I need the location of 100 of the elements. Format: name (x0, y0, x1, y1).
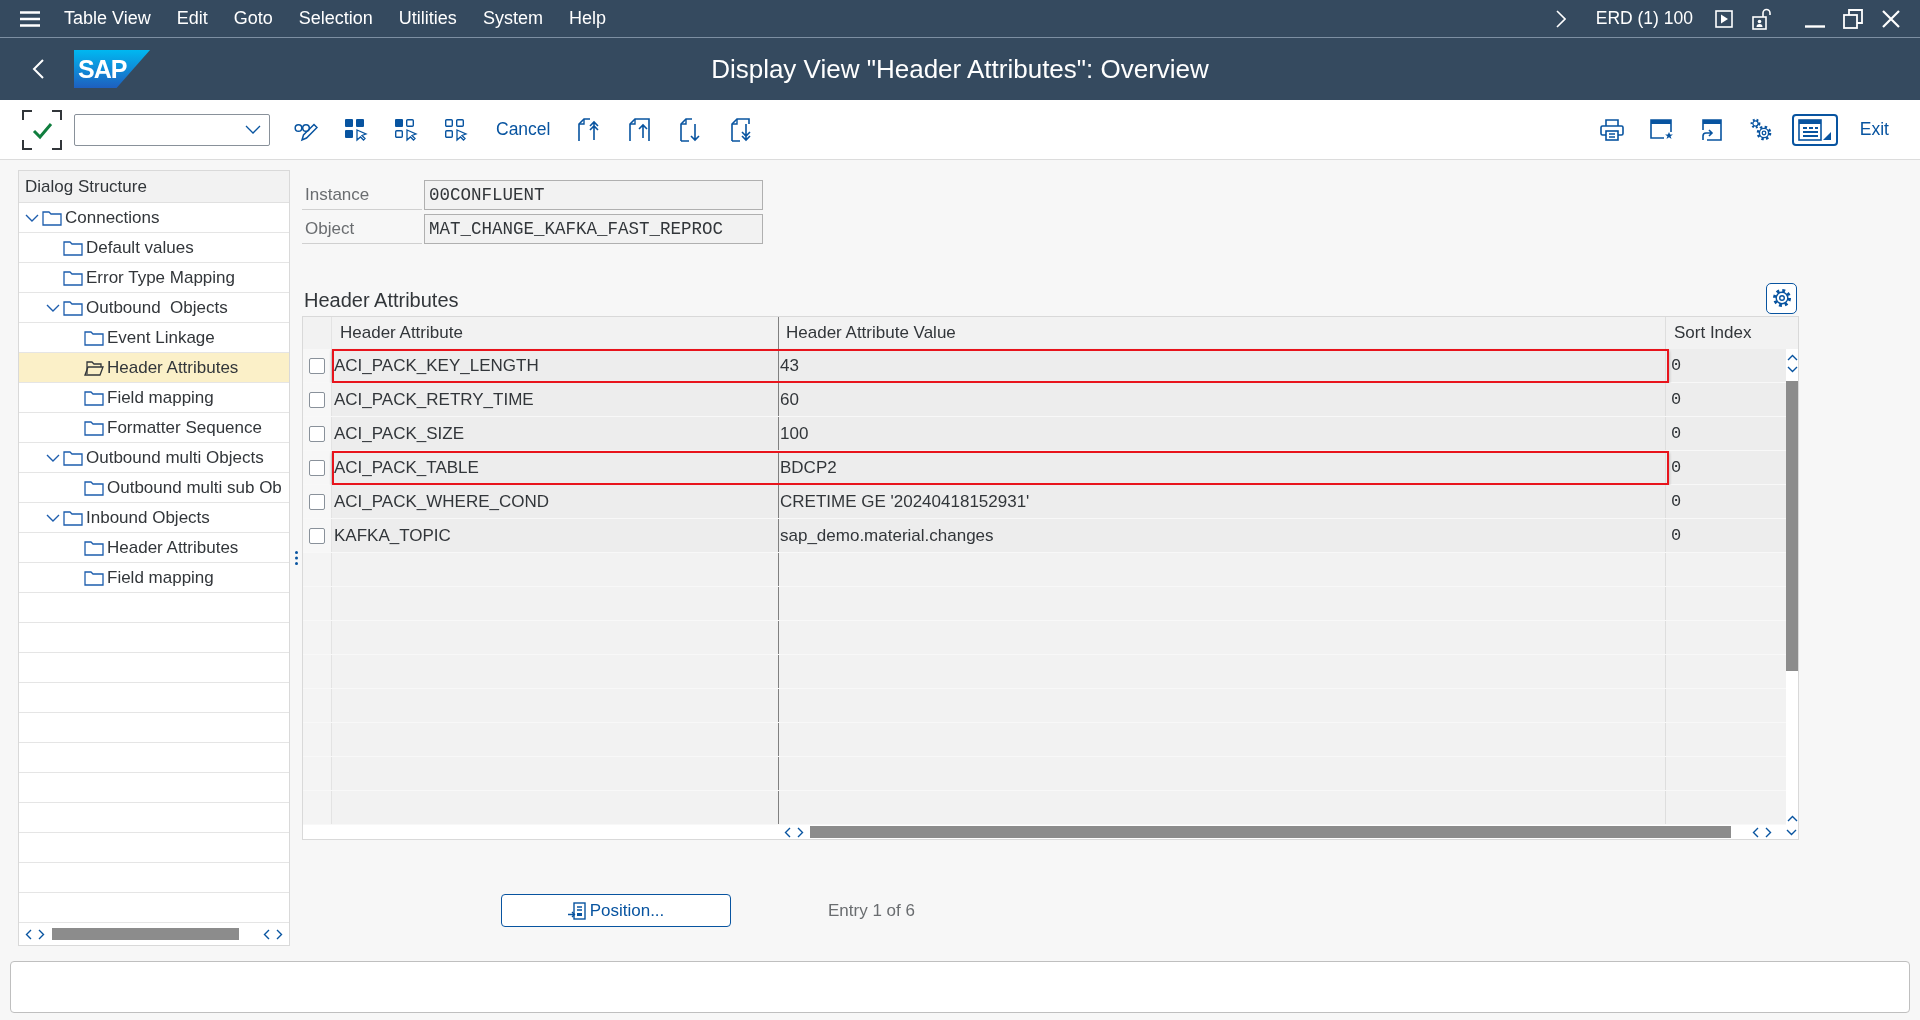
scrollbar-thumb[interactable] (52, 928, 239, 940)
tree-item[interactable]: Formatter Sequence (19, 413, 289, 443)
menu-item[interactable]: Selection (298, 8, 373, 29)
table-cell: 100 (779, 417, 1666, 450)
table-settings-button[interactable] (1766, 282, 1797, 314)
page-double-up-arrow-icon[interactable] (578, 117, 601, 142)
menu-item[interactable]: Edit (176, 8, 208, 29)
chevron-right-icon[interactable] (276, 928, 283, 940)
window-triangle-icon[interactable] (1797, 118, 1832, 141)
table-cell: 0 (1666, 349, 1786, 382)
command-field[interactable] (74, 113, 270, 146)
chevron-left-icon[interactable] (25, 928, 32, 940)
tree-item[interactable]: Error Type Mapping (19, 263, 289, 293)
row-checkbox[interactable] (309, 391, 325, 408)
printer-icon[interactable] (1599, 118, 1624, 141)
mixed-squares-cursor-icon[interactable] (394, 117, 418, 142)
arrow-document-icon (567, 901, 586, 920)
tree-item[interactable]: Connections (19, 203, 289, 233)
checkmark-icon[interactable] (22, 109, 62, 150)
cancel-button[interactable]: Cancel (496, 119, 551, 140)
close-icon[interactable] (1882, 9, 1900, 28)
menu-item[interactable]: System (482, 8, 543, 29)
row-checkbox[interactable] (309, 357, 325, 374)
menu-item[interactable]: Goto (233, 8, 273, 29)
tree-item[interactable]: Default values (19, 233, 289, 263)
table-cell: sap_demo.material.changes (779, 519, 1666, 552)
scrollbar-thumb[interactable] (810, 826, 1731, 838)
layout-button[interactable] (1791, 113, 1838, 146)
input-field[interactable]: MAT_CHANGE_KAFKA_FAST_REPROC (424, 214, 763, 244)
chevron-down-icon[interactable] (1786, 366, 1798, 373)
table-cell: 0 (1666, 383, 1786, 416)
scrollbar-thumb[interactable] (1786, 381, 1798, 671)
exit-button[interactable]: Exit (1859, 119, 1889, 140)
tree-item[interactable]: Outbound Objects (19, 293, 289, 323)
chevron-up-icon[interactable] (1786, 815, 1798, 822)
menu-icon[interactable] (20, 10, 40, 27)
tree-item[interactable]: Field mapping (19, 383, 289, 413)
row-checkbox[interactable] (309, 459, 325, 476)
folder-icon (63, 449, 83, 466)
window-title: Display View "Header Attributes": Overview (711, 53, 1209, 85)
page-down-arrow-icon[interactable] (680, 117, 703, 142)
chevron-left-icon[interactable] (263, 928, 270, 940)
tree-item[interactable]: Header Attributes (19, 353, 289, 383)
folder-icon (63, 299, 83, 316)
menu-item[interactable]: Table View (64, 8, 151, 29)
menu-item[interactable]: Utilities (398, 8, 457, 29)
sap-logo: SAP (74, 50, 150, 88)
row-checkbox[interactable] (309, 527, 325, 544)
column-header[interactable]: Sort Index (1666, 317, 1786, 349)
folder-icon (84, 479, 104, 496)
tree-item[interactable]: Field mapping (19, 563, 289, 593)
outline-squares-cursor-icon[interactable] (444, 117, 468, 142)
caret-down-icon[interactable] (245, 125, 261, 134)
settings-icon[interactable] (1771, 288, 1792, 308)
chevron-down-icon[interactable] (46, 453, 60, 462)
folder-icon (84, 329, 104, 346)
menu-item[interactable]: Help (568, 8, 606, 29)
table-cell: 0 (1666, 485, 1786, 518)
back-icon[interactable] (32, 59, 44, 79)
position-button[interactable]: Position... (501, 894, 731, 927)
padlock-icon[interactable] (1752, 7, 1772, 30)
tree-item[interactable]: Header Attributes (19, 533, 289, 563)
column-header[interactable]: Header Attribute (332, 317, 779, 349)
system-info: ERD (1) 100 (1595, 8, 1693, 29)
restore-icon[interactable] (1843, 8, 1863, 29)
gears-icon[interactable] (1749, 117, 1774, 142)
folder-icon (84, 419, 104, 436)
chevron-right-icon[interactable] (1765, 826, 1772, 838)
chevron-left-icon[interactable] (1752, 826, 1759, 838)
chevron-down-icon[interactable] (46, 513, 60, 522)
play-icon[interactable] (1715, 9, 1733, 28)
filled-squares-cursor-icon[interactable] (344, 117, 368, 142)
window-star-icon[interactable] (1649, 118, 1674, 141)
row-checkbox[interactable] (309, 425, 325, 442)
page-up-arrow-icon[interactable] (629, 117, 652, 142)
input-field[interactable]: 00CONFLUENT (424, 180, 763, 210)
tree-item[interactable]: Inbound Objects (19, 503, 289, 533)
chevron-down-icon[interactable] (1786, 828, 1797, 836)
table-cell: ACI_PACK_RETRY_TIME (332, 383, 779, 416)
table-cell: KAFKA_TOPIC (332, 519, 779, 552)
chevron-right-icon[interactable] (38, 928, 45, 940)
chevron-down-icon[interactable] (46, 303, 60, 312)
folder-icon (84, 569, 104, 586)
tree-item[interactable]: Outbound multi Objects (19, 443, 289, 473)
panel-header: Dialog Structure (19, 171, 289, 203)
table-cell: 0 (1666, 451, 1786, 484)
chevron-down-icon[interactable] (25, 213, 39, 222)
column-header[interactable]: Header Attribute Value (779, 317, 1666, 349)
window-arrow-icon[interactable] (1699, 118, 1724, 141)
row-checkbox[interactable] (309, 493, 325, 510)
field-label: Instance (302, 180, 422, 210)
chevron-left-icon[interactable] (784, 826, 791, 838)
drag-handle-icon[interactable] (294, 551, 298, 565)
section-title: Header Attributes (304, 288, 459, 312)
chevron-right-icon[interactable] (797, 826, 804, 838)
folder-icon (63, 509, 83, 526)
chevron-up-icon[interactable] (1786, 354, 1798, 361)
tree-item[interactable]: Outbound multi sub Ob (19, 473, 289, 503)
folder-icon (63, 269, 83, 286)
page-double-down-arrow-icon[interactable] (731, 117, 754, 142)
